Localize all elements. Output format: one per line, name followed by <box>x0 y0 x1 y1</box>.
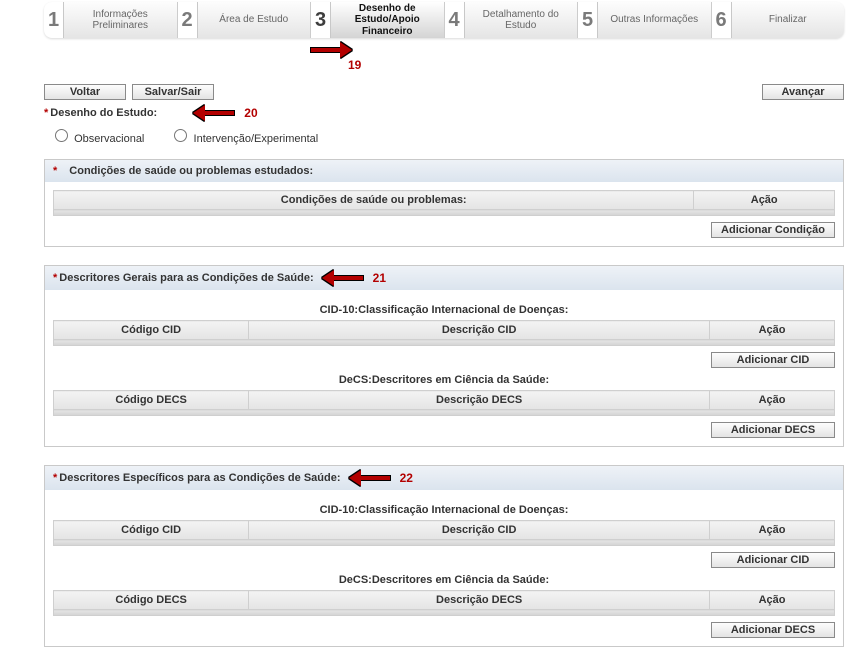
step-num-3: 3 <box>311 2 331 38</box>
panel-condicoes: *Condições de saúde ou problemas estudad… <box>44 159 844 247</box>
adicionar-decs-gerais-button[interactable]: Adicionar DECS <box>711 422 835 438</box>
cid-subtitle: CID-10:Classificação Internacional de Do… <box>53 504 835 516</box>
cid-subtitle: CID-10:Classificação Internacional de Do… <box>53 304 835 316</box>
panel-descritores-gerais: *Descritores Gerais para as Condições de… <box>44 265 844 447</box>
col-desc-decs: Descrição DECS <box>249 391 710 410</box>
annotation-21: 21 <box>324 271 386 285</box>
col-acao: Ação <box>694 191 835 210</box>
arrow-left-icon <box>351 472 391 484</box>
table-cid-gerais: Código CID Descrição CID Ação <box>53 320 835 346</box>
panel-condicoes-title: Condições de saúde ou problemas estudado… <box>69 165 313 177</box>
panel-descritores-especificos: *Descritores Específicos para as Condiçõ… <box>44 465 844 647</box>
arrow-left-icon <box>324 272 364 284</box>
table-decs-espec: Código DECS Descrição DECS Ação <box>53 590 835 616</box>
step-num-6: 6 <box>712 2 732 38</box>
radio-observacional[interactable]: Observacional <box>50 133 144 145</box>
adicionar-condicao-button[interactable]: Adicionar Condição <box>711 222 835 238</box>
step-num-5: 5 <box>578 2 598 38</box>
col-codigo-decs: Código DECS <box>54 391 249 410</box>
salvar-sair-button[interactable]: Salvar/Sair <box>132 84 214 100</box>
col-desc-cid: Descrição CID <box>249 321 710 340</box>
annotation-22: 22 <box>351 471 413 485</box>
arrow-left-icon <box>195 107 235 119</box>
table-decs-gerais: Código DECS Descrição DECS Ação <box>53 390 835 416</box>
col-codigo-cid: Código CID <box>54 321 249 340</box>
wizard-step-2[interactable]: Área de Estudo <box>198 2 312 38</box>
wizard-steps: 1 Informações Preliminares 2 Área de Est… <box>44 2 844 38</box>
col-acao: Ação <box>710 321 835 340</box>
adicionar-cid-gerais-button[interactable]: Adicionar CID <box>711 352 835 368</box>
radio-intervencao[interactable]: Intervenção/Experimental <box>169 133 318 145</box>
wizard-step-4[interactable]: Detalhamento do Estudo <box>465 2 579 38</box>
table-cid-espec: Código CID Descrição CID Ação <box>53 520 835 546</box>
wizard-step-3[interactable]: Desenho de Estudo/Apoio Financeiro <box>331 2 445 38</box>
step-num-4: 4 <box>445 2 465 38</box>
avancar-button[interactable]: Avançar <box>762 84 844 100</box>
step-num-1: 1 <box>44 2 64 38</box>
wizard-step-1[interactable]: Informações Preliminares <box>64 2 178 38</box>
col-desc-cid: Descrição CID <box>249 521 710 540</box>
adicionar-cid-espec-button[interactable]: Adicionar CID <box>711 552 835 568</box>
col-codigo-decs: Código DECS <box>54 591 249 610</box>
wizard-step-6[interactable]: Finalizar <box>732 2 845 38</box>
adicionar-decs-espec-button[interactable]: Adicionar DECS <box>711 622 835 638</box>
annotation-19-arrow <box>310 44 844 56</box>
col-acao: Ação <box>710 521 835 540</box>
wizard-step-5[interactable]: Outras Informações <box>598 2 712 38</box>
col-codigo-cid: Código CID <box>54 521 249 540</box>
voltar-button[interactable]: Voltar <box>44 84 126 100</box>
annotation-20: 20 <box>195 106 257 120</box>
col-acao: Ação <box>710 591 835 610</box>
table-condicoes: Condições de saúde ou problemas: Ação <box>53 190 835 216</box>
panel-espec-title: Descritores Específicos para as Condiçõe… <box>59 472 340 484</box>
decs-subtitle: DeCS:Descritores em Ciência da Saúde: <box>53 574 835 586</box>
decs-subtitle: DeCS:Descritores em Ciência da Saúde: <box>53 374 835 386</box>
col-desc-decs: Descrição DECS <box>249 591 710 610</box>
step-num-2: 2 <box>178 2 198 38</box>
col-acao: Ação <box>710 391 835 410</box>
arrow-right-icon <box>310 44 350 56</box>
panel-gerais-title: Descritores Gerais para as Condições de … <box>59 272 313 284</box>
col-cond: Condições de saúde ou problemas: <box>54 191 694 210</box>
desenho-label: Desenho do Estudo: <box>50 107 157 119</box>
annotation-19-number: 19 <box>348 58 844 72</box>
